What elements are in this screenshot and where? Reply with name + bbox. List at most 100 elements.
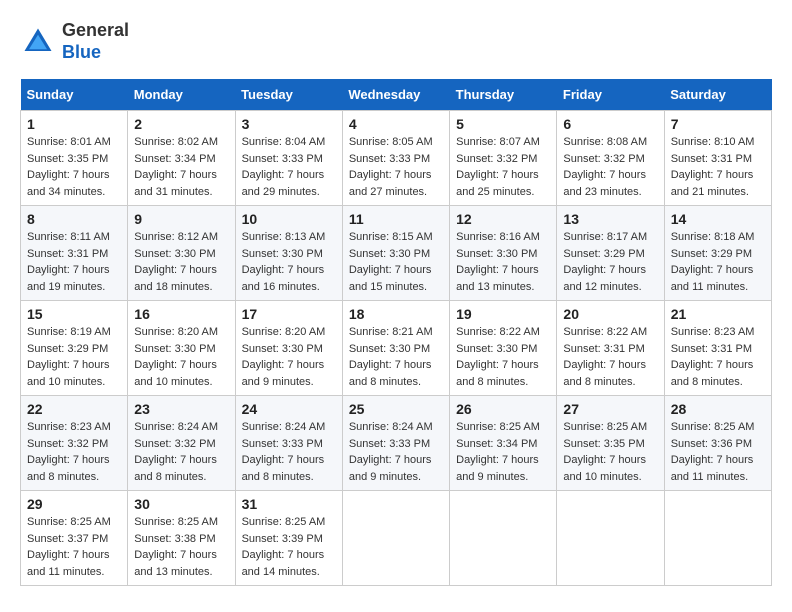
daylight-label: Daylight: 7 hours and 13 minutes.: [456, 264, 539, 293]
day-info: Sunrise: 8:22 AM Sunset: 3:30 PM Dayligh…: [456, 324, 550, 390]
sunset-label: Sunset: 3:30 PM: [242, 248, 323, 260]
sunrise-label: Sunrise: 8:05 AM: [349, 136, 433, 148]
sunrise-label: Sunrise: 8:18 AM: [671, 231, 755, 243]
calendar-cell: 23 Sunrise: 8:24 AM Sunset: 3:32 PM Dayl…: [128, 396, 235, 491]
sunrise-label: Sunrise: 8:25 AM: [242, 516, 326, 528]
week-row-5: 29 Sunrise: 8:25 AM Sunset: 3:37 PM Dayl…: [21, 491, 772, 586]
calendar-cell: 22 Sunrise: 8:23 AM Sunset: 3:32 PM Dayl…: [21, 396, 128, 491]
sunrise-label: Sunrise: 8:25 AM: [671, 421, 755, 433]
calendar-cell: 27 Sunrise: 8:25 AM Sunset: 3:35 PM Dayl…: [557, 396, 664, 491]
day-info: Sunrise: 8:05 AM Sunset: 3:33 PM Dayligh…: [349, 134, 443, 200]
daylight-label: Daylight: 7 hours and 23 minutes.: [563, 169, 646, 198]
daylight-label: Daylight: 7 hours and 19 minutes.: [27, 264, 110, 293]
sunset-label: Sunset: 3:30 PM: [242, 343, 323, 355]
sunrise-label: Sunrise: 8:24 AM: [349, 421, 433, 433]
day-number: 27: [563, 401, 657, 417]
sunset-label: Sunset: 3:32 PM: [563, 153, 644, 165]
calendar-cell: [342, 491, 449, 586]
week-row-4: 22 Sunrise: 8:23 AM Sunset: 3:32 PM Dayl…: [21, 396, 772, 491]
day-number: 30: [134, 496, 228, 512]
sunset-label: Sunset: 3:33 PM: [242, 153, 323, 165]
day-number: 21: [671, 306, 765, 322]
daylight-label: Daylight: 7 hours and 8 minutes.: [456, 359, 539, 388]
day-number: 23: [134, 401, 228, 417]
sunset-label: Sunset: 3:33 PM: [349, 438, 430, 450]
weekday-header-row: SundayMondayTuesdayWednesdayThursdayFrid…: [21, 79, 772, 111]
day-info: Sunrise: 8:24 AM Sunset: 3:33 PM Dayligh…: [349, 419, 443, 485]
day-info: Sunrise: 8:23 AM Sunset: 3:31 PM Dayligh…: [671, 324, 765, 390]
sunset-label: Sunset: 3:35 PM: [27, 153, 108, 165]
sunset-label: Sunset: 3:30 PM: [456, 343, 537, 355]
daylight-label: Daylight: 7 hours and 10 minutes.: [563, 454, 646, 483]
day-info: Sunrise: 8:13 AM Sunset: 3:30 PM Dayligh…: [242, 229, 336, 295]
day-number: 11: [349, 211, 443, 227]
calendar-cell: 24 Sunrise: 8:24 AM Sunset: 3:33 PM Dayl…: [235, 396, 342, 491]
sunrise-label: Sunrise: 8:23 AM: [27, 421, 111, 433]
sunrise-label: Sunrise: 8:02 AM: [134, 136, 218, 148]
daylight-label: Daylight: 7 hours and 8 minutes.: [242, 454, 325, 483]
sunrise-label: Sunrise: 8:20 AM: [134, 326, 218, 338]
sunset-label: Sunset: 3:39 PM: [242, 533, 323, 545]
sunrise-label: Sunrise: 8:24 AM: [242, 421, 326, 433]
sunset-label: Sunset: 3:31 PM: [671, 343, 752, 355]
calendar-cell: [557, 491, 664, 586]
calendar-cell: 5 Sunrise: 8:07 AM Sunset: 3:32 PM Dayli…: [450, 111, 557, 206]
day-info: Sunrise: 8:19 AM Sunset: 3:29 PM Dayligh…: [27, 324, 121, 390]
calendar-cell: 10 Sunrise: 8:13 AM Sunset: 3:30 PM Dayl…: [235, 206, 342, 301]
sunset-label: Sunset: 3:35 PM: [563, 438, 644, 450]
day-number: 18: [349, 306, 443, 322]
day-number: 26: [456, 401, 550, 417]
logo-general: General: [62, 20, 129, 42]
calendar-cell: 3 Sunrise: 8:04 AM Sunset: 3:33 PM Dayli…: [235, 111, 342, 206]
sunset-label: Sunset: 3:29 PM: [671, 248, 752, 260]
sunset-label: Sunset: 3:31 PM: [671, 153, 752, 165]
daylight-label: Daylight: 7 hours and 10 minutes.: [27, 359, 110, 388]
day-info: Sunrise: 8:10 AM Sunset: 3:31 PM Dayligh…: [671, 134, 765, 200]
sunset-label: Sunset: 3:33 PM: [242, 438, 323, 450]
calendar-cell: 2 Sunrise: 8:02 AM Sunset: 3:34 PM Dayli…: [128, 111, 235, 206]
weekday-header-friday: Friday: [557, 79, 664, 111]
day-number: 8: [27, 211, 121, 227]
sunset-label: Sunset: 3:30 PM: [134, 248, 215, 260]
logo: General Blue: [20, 20, 129, 63]
day-number: 7: [671, 116, 765, 132]
sunrise-label: Sunrise: 8:04 AM: [242, 136, 326, 148]
sunrise-label: Sunrise: 8:21 AM: [349, 326, 433, 338]
day-info: Sunrise: 8:17 AM Sunset: 3:29 PM Dayligh…: [563, 229, 657, 295]
day-info: Sunrise: 8:24 AM Sunset: 3:32 PM Dayligh…: [134, 419, 228, 485]
day-info: Sunrise: 8:18 AM Sunset: 3:29 PM Dayligh…: [671, 229, 765, 295]
daylight-label: Daylight: 7 hours and 10 minutes.: [134, 359, 217, 388]
day-number: 17: [242, 306, 336, 322]
daylight-label: Daylight: 7 hours and 16 minutes.: [242, 264, 325, 293]
daylight-label: Daylight: 7 hours and 14 minutes.: [242, 549, 325, 578]
sunset-label: Sunset: 3:30 PM: [349, 248, 430, 260]
calendar-cell: 31 Sunrise: 8:25 AM Sunset: 3:39 PM Dayl…: [235, 491, 342, 586]
calendar-cell: 1 Sunrise: 8:01 AM Sunset: 3:35 PM Dayli…: [21, 111, 128, 206]
sunset-label: Sunset: 3:29 PM: [563, 248, 644, 260]
logo-text: General Blue: [62, 20, 129, 63]
calendar-cell: 13 Sunrise: 8:17 AM Sunset: 3:29 PM Dayl…: [557, 206, 664, 301]
sunset-label: Sunset: 3:37 PM: [27, 533, 108, 545]
day-number: 10: [242, 211, 336, 227]
sunrise-label: Sunrise: 8:11 AM: [27, 231, 110, 243]
daylight-label: Daylight: 7 hours and 8 minutes.: [349, 359, 432, 388]
sunset-label: Sunset: 3:33 PM: [349, 153, 430, 165]
daylight-label: Daylight: 7 hours and 9 minutes.: [349, 454, 432, 483]
day-number: 13: [563, 211, 657, 227]
day-info: Sunrise: 8:12 AM Sunset: 3:30 PM Dayligh…: [134, 229, 228, 295]
day-info: Sunrise: 8:01 AM Sunset: 3:35 PM Dayligh…: [27, 134, 121, 200]
sunset-label: Sunset: 3:32 PM: [27, 438, 108, 450]
calendar-cell: 7 Sunrise: 8:10 AM Sunset: 3:31 PM Dayli…: [664, 111, 771, 206]
day-info: Sunrise: 8:23 AM Sunset: 3:32 PM Dayligh…: [27, 419, 121, 485]
calendar-cell: 16 Sunrise: 8:20 AM Sunset: 3:30 PM Dayl…: [128, 301, 235, 396]
daylight-label: Daylight: 7 hours and 18 minutes.: [134, 264, 217, 293]
sunrise-label: Sunrise: 8:08 AM: [563, 136, 647, 148]
calendar-cell: 14 Sunrise: 8:18 AM Sunset: 3:29 PM Dayl…: [664, 206, 771, 301]
calendar-cell: 25 Sunrise: 8:24 AM Sunset: 3:33 PM Dayl…: [342, 396, 449, 491]
sunrise-label: Sunrise: 8:01 AM: [27, 136, 111, 148]
daylight-label: Daylight: 7 hours and 27 minutes.: [349, 169, 432, 198]
daylight-label: Daylight: 7 hours and 9 minutes.: [456, 454, 539, 483]
sunset-label: Sunset: 3:30 PM: [134, 343, 215, 355]
day-number: 5: [456, 116, 550, 132]
day-number: 15: [27, 306, 121, 322]
